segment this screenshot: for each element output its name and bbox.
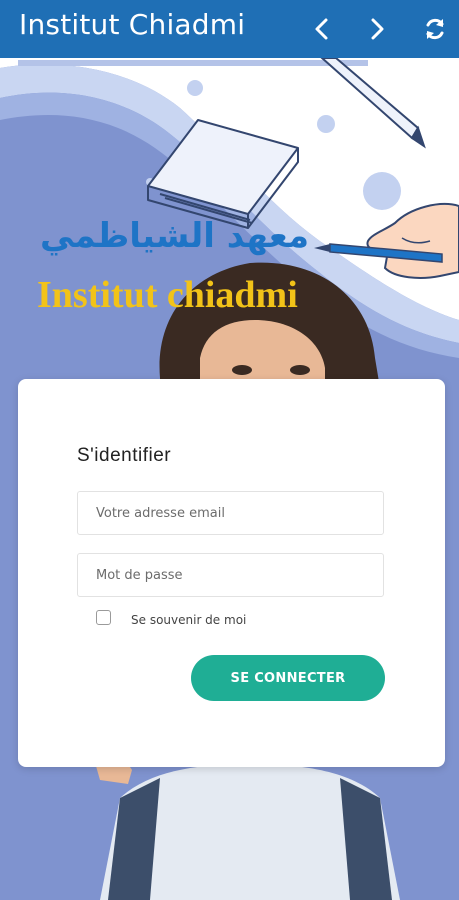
brand-latin-text: Institut chiadmi [37,274,298,316]
back-button[interactable] [305,12,339,46]
login-card: S'identifier Se souvenir de moi SE CONNE… [18,379,445,767]
login-title: S'identifier [77,445,172,466]
remember-me-label: Se souvenir de moi [131,613,247,627]
password-input[interactable] [77,553,384,597]
remember-me-row[interactable]: Se souvenir de moi [96,607,246,627]
email-input[interactable] [77,491,384,535]
app-title: Institut Chiadmi [19,8,246,41]
brand-arabic-text: معهد الشياظمي [40,216,310,256]
refresh-button[interactable] [418,12,452,46]
login-button[interactable]: SE CONNECTER [191,655,385,701]
chevron-left-icon [315,18,328,40]
app-bar: Institut Chiadmi [0,0,459,58]
forward-button[interactable] [360,12,394,46]
refresh-icon [426,18,444,40]
remember-me-checkbox[interactable] [96,609,111,625]
chevron-right-icon [371,18,384,40]
